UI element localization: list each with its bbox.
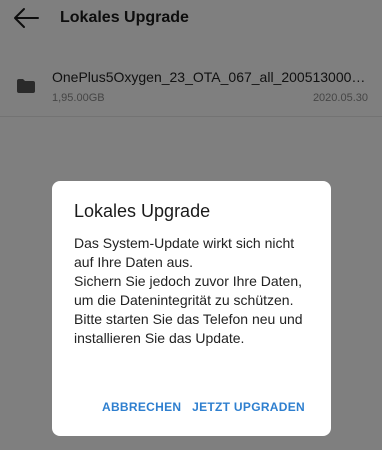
cancel-button[interactable]: ABBRECHEN: [102, 396, 181, 418]
dialog-title: Lokales Upgrade: [74, 201, 211, 221]
upgrade-now-button[interactable]: JETZT UPGRADEN: [192, 396, 305, 418]
upgrade-dialog: Lokales Upgrade Das System-Update wirkt …: [52, 181, 331, 436]
dialog-actions: ABBRECHEN JETZT UPGRADEN: [52, 396, 331, 420]
dialog-message: Das System-Update wirkt sich nicht auf I…: [74, 235, 303, 346]
